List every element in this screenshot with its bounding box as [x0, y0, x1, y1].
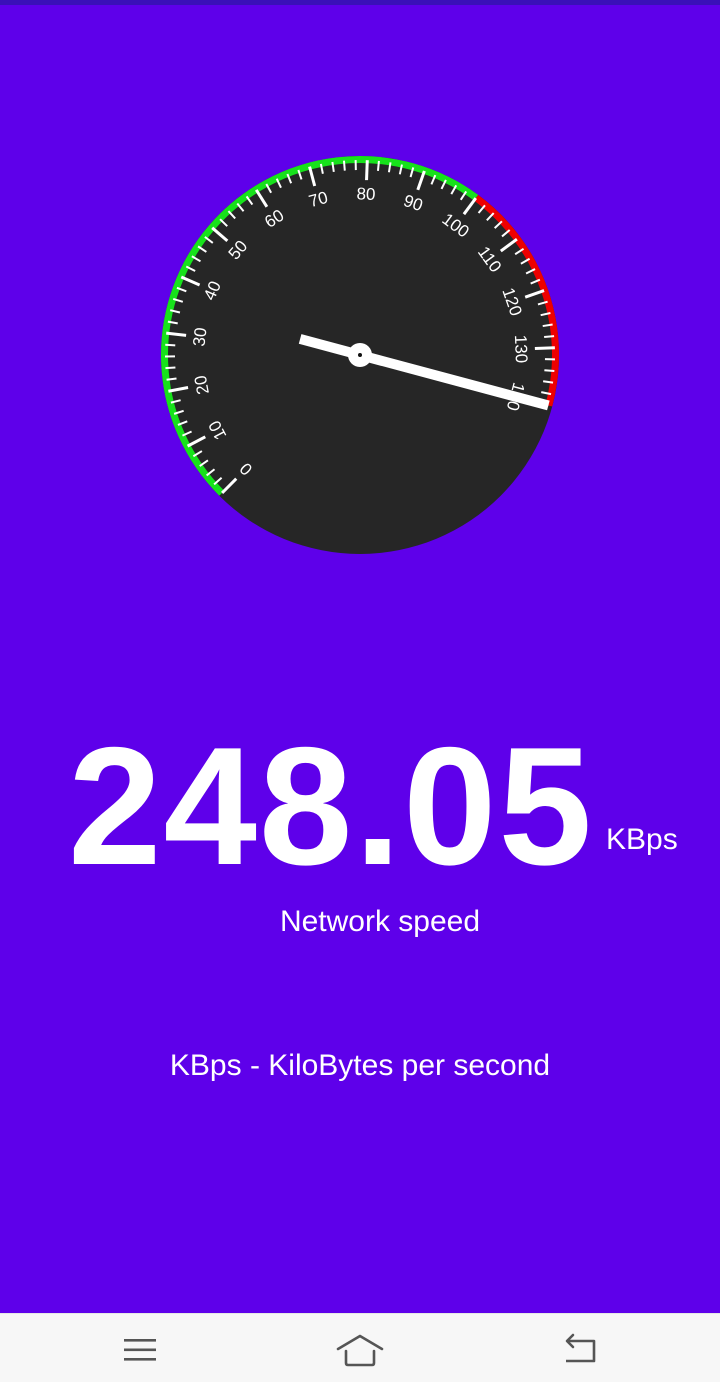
gauge-major-tick: [534, 346, 555, 350]
gauge-major-tick: [365, 160, 369, 181]
app-screen: 0102030405060708090100110120130140 248.0…: [0, 0, 720, 1382]
home-button[interactable]: [330, 1328, 390, 1372]
speed-unit: KBps: [606, 823, 678, 856]
gauge-tick-label: 130: [511, 334, 531, 363]
gauge-tick-label: 80: [356, 184, 376, 204]
gauge-minor-tick: [165, 343, 176, 347]
gauge-minor-tick: [165, 366, 176, 370]
gauge-minor-tick: [544, 335, 555, 339]
gauge-minor-tick: [166, 377, 177, 381]
gauge-tick-label: 30: [190, 327, 211, 348]
back-button[interactable]: [550, 1328, 610, 1372]
menu-button[interactable]: [110, 1328, 170, 1372]
speed-value: 248.05: [68, 712, 594, 900]
gauge-needle-pivot: [358, 353, 362, 357]
gauge-minor-tick: [331, 161, 335, 173]
speedometer-gauge: 0102030405060708090100110120130140: [161, 156, 559, 554]
home-icon: [336, 1334, 384, 1367]
gauge-minor-tick: [376, 160, 380, 171]
gauge-minor-tick: [342, 160, 346, 171]
menu-icon: [124, 1339, 156, 1361]
navigation-bar: [0, 1313, 720, 1382]
gauge-minor-tick: [544, 369, 555, 373]
speed-caption: Network speed: [279, 905, 481, 938]
back-icon: [565, 1333, 596, 1363]
gauge-tick-label: 20: [191, 374, 213, 396]
gauge-minor-tick: [542, 380, 554, 384]
unit-explanation: KBps - KiloBytes per second: [169, 1049, 551, 1082]
